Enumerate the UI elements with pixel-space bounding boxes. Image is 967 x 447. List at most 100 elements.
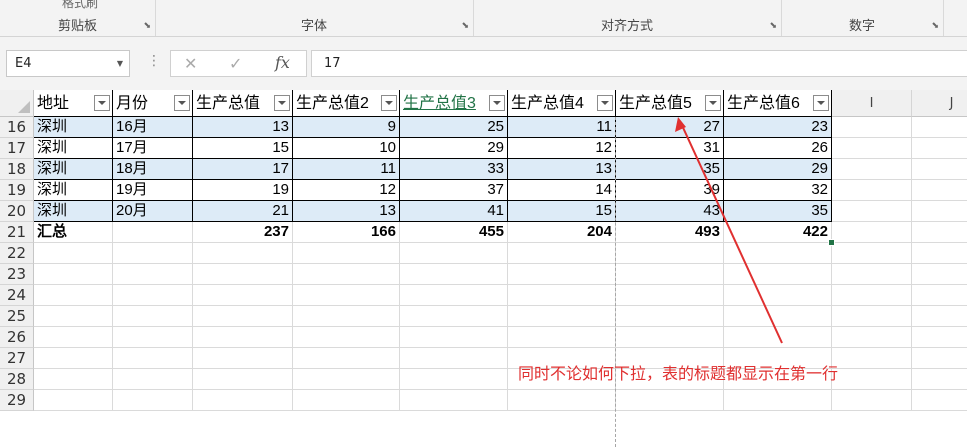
cell[interactable]: 15: [193, 138, 293, 159]
cell[interactable]: 37: [400, 180, 508, 201]
cell[interactable]: [34, 348, 113, 369]
cell[interactable]: 深圳: [34, 159, 113, 180]
insert-function-icon[interactable]: fx: [275, 53, 290, 72]
column-header[interactable]: J: [912, 90, 967, 117]
cell[interactable]: 21: [193, 201, 293, 222]
row-header[interactable]: 19: [0, 180, 34, 201]
cell[interactable]: [912, 327, 967, 348]
table-header-cell[interactable]: 生产总值2: [293, 90, 400, 117]
cell[interactable]: [508, 285, 616, 306]
cell[interactable]: [400, 348, 508, 369]
cell[interactable]: [293, 390, 400, 411]
cell[interactable]: [34, 243, 113, 264]
table-header-cell[interactable]: 生产总值6: [724, 90, 832, 117]
cell[interactable]: 455: [400, 222, 508, 243]
cell[interactable]: [724, 285, 832, 306]
filter-dropdown-icon[interactable]: [705, 95, 721, 111]
cell[interactable]: 14: [508, 180, 616, 201]
cell[interactable]: [113, 285, 193, 306]
cell[interactable]: [724, 306, 832, 327]
cell[interactable]: [724, 264, 832, 285]
row-header[interactable]: 24: [0, 285, 34, 306]
cell[interactable]: [34, 264, 113, 285]
cell[interactable]: [508, 327, 616, 348]
cell[interactable]: 12: [293, 180, 400, 201]
cell[interactable]: [832, 306, 912, 327]
row-header[interactable]: 27: [0, 348, 34, 369]
cell[interactable]: 13: [193, 117, 293, 138]
cell[interactable]: [113, 222, 193, 243]
row-header[interactable]: 16: [0, 117, 34, 138]
cell[interactable]: [293, 327, 400, 348]
cell[interactable]: 32: [724, 180, 832, 201]
cell[interactable]: 43: [616, 201, 724, 222]
cell[interactable]: [193, 348, 293, 369]
cell[interactable]: [616, 327, 724, 348]
row-header[interactable]: 18: [0, 159, 34, 180]
cell[interactable]: [832, 348, 912, 369]
cell[interactable]: [832, 369, 912, 390]
cell[interactable]: [113, 390, 193, 411]
cell[interactable]: 41: [400, 201, 508, 222]
cell[interactable]: [193, 327, 293, 348]
cell[interactable]: 39: [616, 180, 724, 201]
cell[interactable]: [832, 327, 912, 348]
fill-handle[interactable]: [828, 239, 835, 246]
select-all-button[interactable]: [0, 90, 34, 117]
cell[interactable]: [193, 390, 293, 411]
cell[interactable]: [832, 285, 912, 306]
cell[interactable]: 25: [400, 117, 508, 138]
cancel-icon[interactable]: ✕: [184, 54, 197, 73]
cell[interactable]: [912, 201, 967, 222]
table-header-cell[interactable]: 生产总值: [193, 90, 293, 117]
row-header[interactable]: 25: [0, 306, 34, 327]
cell[interactable]: 20月: [113, 201, 193, 222]
table-header-cell[interactable]: 月份: [113, 90, 193, 117]
cell[interactable]: 29: [724, 159, 832, 180]
cell[interactable]: [193, 285, 293, 306]
cell[interactable]: [34, 306, 113, 327]
name-box[interactable]: E4 ▼: [6, 50, 130, 77]
cell[interactable]: 11: [508, 117, 616, 138]
dialog-launcher-icon[interactable]: ⬊: [931, 21, 939, 31]
row-header[interactable]: 20: [0, 201, 34, 222]
cell[interactable]: [193, 264, 293, 285]
cell[interactable]: 27: [616, 117, 724, 138]
table-header-cell[interactable]: 生产总值3: [400, 90, 508, 117]
cell[interactable]: 深圳: [34, 180, 113, 201]
cell[interactable]: 237: [193, 222, 293, 243]
column-header[interactable]: I: [832, 90, 912, 117]
cell[interactable]: 深圳: [34, 117, 113, 138]
cell[interactable]: [508, 243, 616, 264]
cell[interactable]: [293, 306, 400, 327]
dialog-launcher-icon[interactable]: ⬊: [461, 21, 469, 31]
cell[interactable]: [293, 264, 400, 285]
cell[interactable]: [400, 327, 508, 348]
cell[interactable]: [912, 222, 967, 243]
table-header-cell[interactable]: 生产总值4: [508, 90, 616, 117]
cell[interactable]: 15: [508, 201, 616, 222]
cell[interactable]: [724, 390, 832, 411]
cell[interactable]: [832, 390, 912, 411]
cell[interactable]: [832, 201, 912, 222]
filter-dropdown-icon[interactable]: [381, 95, 397, 111]
dialog-launcher-icon[interactable]: ⬊: [143, 21, 151, 31]
cell[interactable]: [193, 369, 293, 390]
cell[interactable]: [508, 390, 616, 411]
cell[interactable]: [293, 243, 400, 264]
cell[interactable]: [616, 306, 724, 327]
cell[interactable]: [400, 369, 508, 390]
cell[interactable]: [34, 327, 113, 348]
cell[interactable]: [508, 264, 616, 285]
cell[interactable]: [912, 369, 967, 390]
cell[interactable]: [912, 390, 967, 411]
cell[interactable]: 18月: [113, 159, 193, 180]
cell[interactable]: [293, 369, 400, 390]
cell[interactable]: [113, 369, 193, 390]
cell[interactable]: [34, 285, 113, 306]
table-header-cell[interactable]: 生产总值5: [616, 90, 724, 117]
cell[interactable]: [34, 390, 113, 411]
cell[interactable]: 29: [400, 138, 508, 159]
cell[interactable]: 422: [724, 222, 832, 243]
cell[interactable]: [113, 348, 193, 369]
